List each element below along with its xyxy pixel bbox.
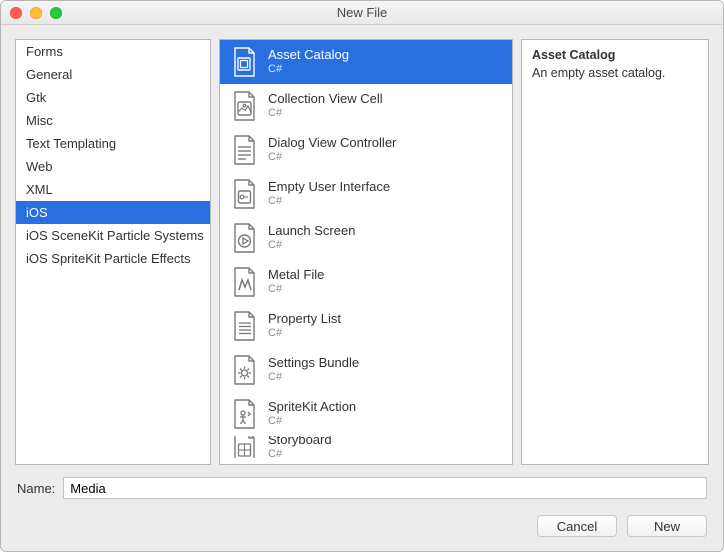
description-body: An empty asset catalog.	[532, 66, 698, 80]
template-name: Metal File	[268, 268, 324, 283]
template-lang: C#	[268, 195, 390, 208]
template-lang: C#	[268, 448, 332, 458]
template-text: Empty User InterfaceC#	[268, 180, 390, 208]
category-item[interactable]: iOS	[16, 201, 210, 224]
template-name: Property List	[268, 312, 341, 327]
name-input[interactable]	[63, 477, 707, 499]
metal-file-icon	[230, 266, 258, 298]
template-name: SpriteKit Action	[268, 400, 356, 415]
name-row: Name:	[15, 477, 709, 499]
category-item[interactable]: Text Templating	[16, 132, 210, 155]
template-item[interactable]: Asset CatalogC#	[220, 40, 512, 84]
category-item[interactable]: Misc	[16, 109, 210, 132]
template-lang: C#	[268, 63, 349, 76]
dialog-view-controller-icon	[230, 134, 258, 166]
empty-ui-icon	[230, 178, 258, 210]
window-title: New File	[1, 5, 723, 20]
zoom-window-button[interactable]	[50, 7, 62, 19]
spritekit-action-icon	[230, 398, 258, 430]
cancel-button[interactable]: Cancel	[537, 515, 617, 537]
category-item[interactable]: iOS SceneKit Particle Systems	[16, 224, 210, 247]
panels: FormsGeneralGtkMiscText TemplatingWebXML…	[15, 39, 709, 465]
description-title: Asset Catalog	[532, 48, 698, 62]
category-item[interactable]: General	[16, 63, 210, 86]
category-panel: FormsGeneralGtkMiscText TemplatingWebXML…	[15, 39, 211, 465]
template-panel: Asset CatalogC#Collection View CellC#Dia…	[219, 39, 513, 465]
template-lang: C#	[268, 107, 383, 120]
template-text: Settings BundleC#	[268, 356, 359, 384]
category-item[interactable]: Forms	[16, 40, 210, 63]
template-text: Dialog View ControllerC#	[268, 136, 396, 164]
template-name: Empty User Interface	[268, 180, 390, 195]
template-item[interactable]: Launch ScreenC#	[220, 216, 512, 260]
template-lang: C#	[268, 327, 341, 340]
dialog-body: FormsGeneralGtkMiscText TemplatingWebXML…	[1, 25, 723, 551]
template-name: Dialog View Controller	[268, 136, 396, 151]
titlebar: New File	[1, 1, 723, 25]
template-text: Launch ScreenC#	[268, 224, 355, 252]
name-label: Name:	[17, 481, 55, 496]
template-name: Storyboard	[268, 436, 332, 448]
close-window-button[interactable]	[10, 7, 22, 19]
template-item[interactable]: Empty User InterfaceC#	[220, 172, 512, 216]
collection-view-cell-icon	[230, 90, 258, 122]
template-name: Asset Catalog	[268, 48, 349, 63]
template-lang: C#	[268, 239, 355, 252]
category-item[interactable]: iOS SpriteKit Particle Effects	[16, 247, 210, 270]
dialog-window: New File FormsGeneralGtkMiscText Templat…	[0, 0, 724, 552]
template-item[interactable]: Settings BundleC#	[220, 348, 512, 392]
template-name: Settings Bundle	[268, 356, 359, 371]
template-text: Metal FileC#	[268, 268, 324, 296]
category-item[interactable]: Web	[16, 155, 210, 178]
description-panel: Asset Catalog An empty asset catalog.	[521, 39, 709, 465]
template-item[interactable]: Property ListC#	[220, 304, 512, 348]
new-button[interactable]: New	[627, 515, 707, 537]
category-item[interactable]: XML	[16, 178, 210, 201]
template-text: Property ListC#	[268, 312, 341, 340]
template-item[interactable]: Dialog View ControllerC#	[220, 128, 512, 172]
template-item[interactable]: StoryboardC#	[220, 436, 512, 458]
settings-bundle-icon	[230, 354, 258, 386]
window-controls	[10, 7, 62, 19]
template-lang: C#	[268, 371, 359, 384]
template-lang: C#	[268, 415, 356, 428]
template-text: SpriteKit ActionC#	[268, 400, 356, 428]
launch-screen-icon	[230, 222, 258, 254]
button-row: Cancel New	[15, 511, 709, 543]
template-name: Launch Screen	[268, 224, 355, 239]
asset-catalog-icon	[230, 46, 258, 78]
category-item[interactable]: Gtk	[16, 86, 210, 109]
property-list-icon	[230, 310, 258, 342]
template-text: Collection View CellC#	[268, 92, 383, 120]
template-item[interactable]: Collection View CellC#	[220, 84, 512, 128]
category-list[interactable]: FormsGeneralGtkMiscText TemplatingWebXML…	[16, 40, 210, 270]
template-list[interactable]: Asset CatalogC#Collection View CellC#Dia…	[220, 40, 512, 464]
template-name: Collection View Cell	[268, 92, 383, 107]
template-item[interactable]: SpriteKit ActionC#	[220, 392, 512, 436]
template-lang: C#	[268, 151, 396, 164]
storyboard-icon	[230, 436, 258, 458]
template-text: StoryboardC#	[268, 436, 332, 458]
minimize-window-button[interactable]	[30, 7, 42, 19]
template-text: Asset CatalogC#	[268, 48, 349, 76]
template-item[interactable]: Metal FileC#	[220, 260, 512, 304]
template-lang: C#	[268, 283, 324, 296]
